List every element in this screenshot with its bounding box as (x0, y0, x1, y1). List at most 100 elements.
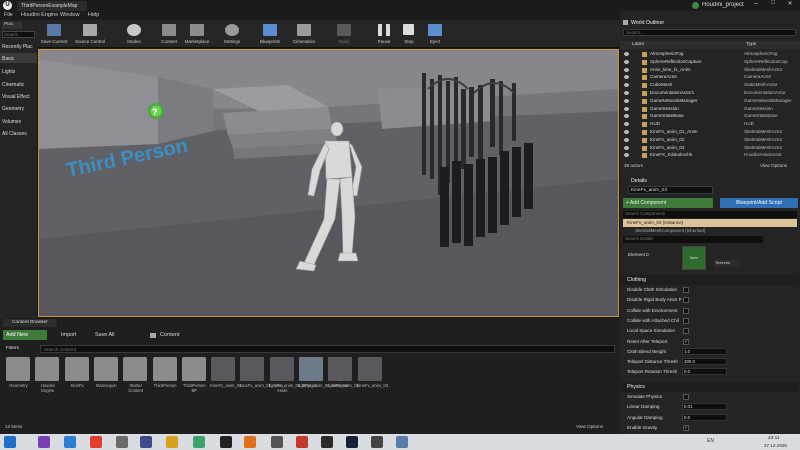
visibility-eye-icon[interactable] (624, 122, 629, 127)
taskbar-app-icon[interactable] (193, 436, 205, 448)
add-component-button[interactable]: + Add Component (623, 198, 713, 208)
outliner-col-type[interactable]: Type (746, 42, 756, 47)
content-asset[interactable]: KineFx_anim_02_Physics Asset (269, 357, 317, 393)
level-tab[interactable]: ThirdPersonExampleMap (17, 1, 87, 11)
menu-file[interactable]: File (4, 12, 13, 18)
content-search-input[interactable]: Search Content (40, 345, 615, 353)
content-asset[interactable]: KineFx_anim_01_Skeleton (298, 357, 348, 388)
taskbar-app-icon[interactable] (140, 436, 152, 448)
property-checkbox[interactable]: ✓ (683, 338, 689, 345)
marketplace-button[interactable]: Marketplace (180, 23, 214, 47)
visibility-eye-icon[interactable] (624, 106, 629, 111)
content-asset[interactable]: KineFx_anim_01_Anim (239, 357, 283, 388)
component-child-row[interactable]: SkeletalMeshComponent (Inherited) (623, 228, 797, 235)
taskbar-app-icon[interactable] (321, 436, 333, 448)
place-mode-tab[interactable]: Plac (2, 22, 22, 29)
minimize-button[interactable]: – (748, 0, 764, 10)
visibility-eye-icon[interactable] (624, 91, 629, 95)
taskbar-app-icon[interactable] (116, 436, 128, 448)
visibility-eye-icon[interactable] (624, 153, 629, 158)
outliner-col-label[interactable]: Label (632, 42, 644, 47)
level-viewport[interactable]: Third Person ? (38, 49, 619, 317)
outliner-row[interactable]: CubeMesh StaticMeshActor (620, 82, 800, 89)
blueprints-button[interactable]: Blueprints (253, 23, 287, 47)
visibility-eye-icon[interactable] (624, 114, 629, 119)
save-all-button[interactable]: Save All (86, 330, 124, 340)
outliner-row[interactable]: CameraActor CameraActor (620, 74, 800, 81)
property-number-field[interactable]: 0.0 (682, 413, 727, 421)
category-all-classes[interactable]: All Classes (2, 131, 27, 137)
property-checkbox[interactable] (683, 297, 689, 304)
visibility-eye-icon[interactable] (624, 137, 629, 142)
blueprint-add-script-button[interactable]: Blueprint/Add Script (720, 198, 798, 208)
outliner-row[interactable]: SphereReflectionCapture SphereReflectionC… (620, 59, 800, 66)
content-browser-tab[interactable]: Content Browser (3, 319, 57, 327)
clock-time[interactable]: 23:11 (768, 436, 780, 441)
menu-houdini-engine[interactable]: Houdini Engine (21, 12, 58, 18)
physics-section-header[interactable]: Physics (621, 382, 799, 392)
settings-button[interactable]: Settings (215, 23, 249, 47)
visibility-eye-icon[interactable] (624, 83, 629, 88)
eject-button[interactable]: Eject (418, 23, 452, 47)
element-dropdown[interactable]: Textures (714, 260, 740, 267)
windows-start-icon[interactable] (4, 436, 16, 448)
component-instance-row[interactable]: KineFx_anim_03 (Instance) (623, 219, 797, 227)
build-button[interactable]: Build (327, 23, 361, 47)
category-visual-effects[interactable]: Visual Effect (2, 94, 30, 100)
visibility-eye-icon[interactable] (624, 130, 629, 134)
property-number-field[interactable]: 1.0 (682, 347, 727, 355)
save-current-button[interactable]: Save Current (37, 23, 71, 47)
outliner-row[interactable]: Anim_kine_fx_Anim SkeletalMeshActor (620, 67, 800, 74)
outliner-view-options[interactable]: View Options (760, 163, 787, 168)
outliner-row[interactable]: GameStateBase GameStateBase (620, 113, 800, 120)
taskbar-app-icon[interactable] (346, 436, 358, 448)
category-geometry[interactable]: Geometry (2, 106, 24, 112)
visibility-eye-icon[interactable] (624, 98, 629, 103)
content-asset[interactable]: Houdini Engine (34, 357, 61, 393)
content-asset[interactable]: KineFx_anim_03 (357, 357, 388, 388)
property-number-field[interactable]: 0.0 (682, 368, 727, 376)
taskbar-app-icon[interactable] (396, 436, 408, 448)
add-new-button[interactable]: Add New (3, 330, 47, 340)
category-basic[interactable]: Basic (2, 56, 14, 62)
outliner-row[interactable]: GameSession GameSession (620, 106, 800, 113)
filters-button[interactable]: Filters (6, 346, 19, 351)
content-path-crumb[interactable]: Content (160, 332, 180, 338)
content-asset[interactable]: Starter Content (122, 357, 149, 393)
cinematics-button[interactable]: Cinematics (287, 23, 321, 47)
menu-window[interactable]: Window (60, 12, 80, 18)
content-asset[interactable]: Geometry (5, 357, 32, 388)
modes-button[interactable]: Modes (117, 23, 151, 47)
taskbar-app-icon[interactable] (371, 436, 383, 448)
taskbar-app-icon[interactable] (244, 436, 256, 448)
content-asset[interactable]: ThirdPerson (152, 357, 179, 388)
visibility-eye-icon[interactable] (624, 75, 629, 80)
property-checkbox[interactable] (683, 287, 689, 293)
content-asset[interactable]: KineFx (64, 357, 91, 388)
actor-name-field[interactable]: KineFx_anim_03 (628, 186, 713, 194)
element-thumbnail[interactable]: None (682, 246, 706, 270)
taskbar-app-icon[interactable] (220, 436, 232, 448)
content-asset[interactable]: KineFx_anim_01 (210, 357, 242, 388)
outliner-search-input[interactable]: Search... (623, 29, 796, 36)
taskbar-app-icon[interactable] (64, 436, 76, 448)
property-number-field[interactable]: 300.0 (682, 358, 727, 366)
clothing-section-header[interactable]: Clothing (621, 275, 799, 285)
search-components-input[interactable]: Search Components (623, 211, 797, 218)
content-asset[interactable]: ThirdPerson BP (181, 357, 208, 393)
outliner-row[interactable]: KineFX_Kilokolmchk HoudiniAssetActor (620, 152, 800, 159)
outliner-row[interactable]: KineFx_anim_01_Anim SkeletalMeshActor (620, 129, 800, 136)
category-lights[interactable]: Lights (2, 69, 15, 75)
taskbar-app-icon[interactable] (166, 436, 178, 448)
taskbar-app-icon[interactable] (90, 436, 102, 448)
outliner-row[interactable]: HUD HUD (620, 121, 800, 128)
close-button[interactable]: ✕ (782, 0, 798, 10)
taskbar-app-icon[interactable] (296, 436, 308, 448)
clock-date[interactable]: 27.12.2020 (764, 443, 787, 448)
input-language[interactable]: EN (707, 438, 714, 444)
outliner-row[interactable]: AtmosphericFog AtmosphericFog (620, 51, 800, 58)
property-checkbox[interactable]: ✓ (683, 424, 689, 431)
outliner-row[interactable]: KineFx_anim_02 SkeletalMeshActor (620, 137, 800, 144)
property-checkbox[interactable] (683, 394, 689, 400)
visibility-eye-icon[interactable] (624, 52, 629, 56)
